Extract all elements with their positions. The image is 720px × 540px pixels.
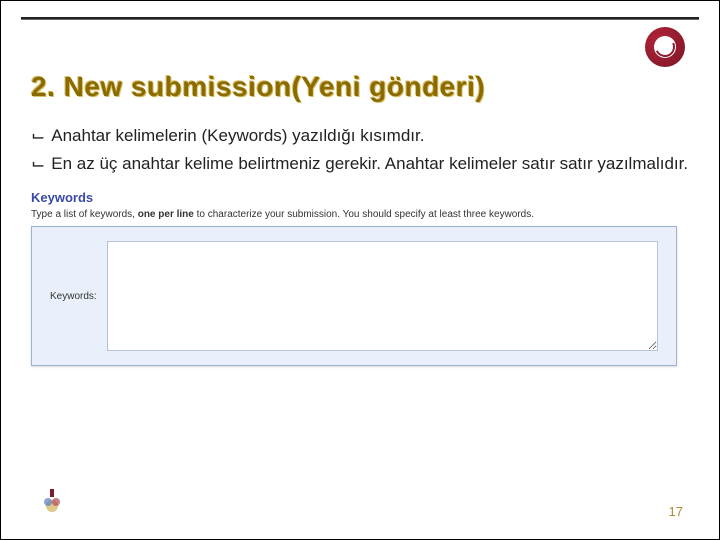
slide-title: 2. New submission(Yeni gönderi) [31, 71, 689, 103]
footer-logo-icon [37, 485, 67, 515]
top-divider [21, 17, 699, 19]
list-item: ⌙ Anahtar kelimelerin (Keywords) yazıldı… [31, 123, 689, 149]
bullet-icon: ⌙ [31, 151, 45, 177]
bullet-text: En az üç anahtar kelime belirtmeniz gere… [51, 151, 689, 177]
keywords-textarea[interactable] [107, 241, 658, 351]
keywords-description: Type a list of keywords, one per line to… [31, 209, 677, 220]
desc-prefix: Type a list of keywords, [31, 209, 138, 220]
university-seal-icon [645, 27, 685, 67]
keywords-box: Keywords: [31, 226, 677, 366]
keywords-heading: Keywords [31, 190, 677, 205]
bullet-icon: ⌙ [31, 123, 45, 149]
list-item: ⌙ En az üç anahtar kelime belirtmeniz ge… [31, 151, 689, 177]
keywords-panel: Keywords Type a list of keywords, one pe… [31, 190, 677, 366]
bullet-text: Anahtar kelimelerin (Keywords) yazıldığı… [51, 123, 689, 149]
desc-suffix: to characterize your submission. You sho… [194, 209, 534, 220]
slide: 2. New submission(Yeni gönderi) ⌙ Anahta… [0, 0, 720, 540]
desc-bold: one per line [138, 209, 194, 220]
bullet-list: ⌙ Anahtar kelimelerin (Keywords) yazıldı… [31, 123, 689, 176]
keywords-label: Keywords: [50, 291, 97, 302]
page-number: 17 [669, 504, 683, 519]
